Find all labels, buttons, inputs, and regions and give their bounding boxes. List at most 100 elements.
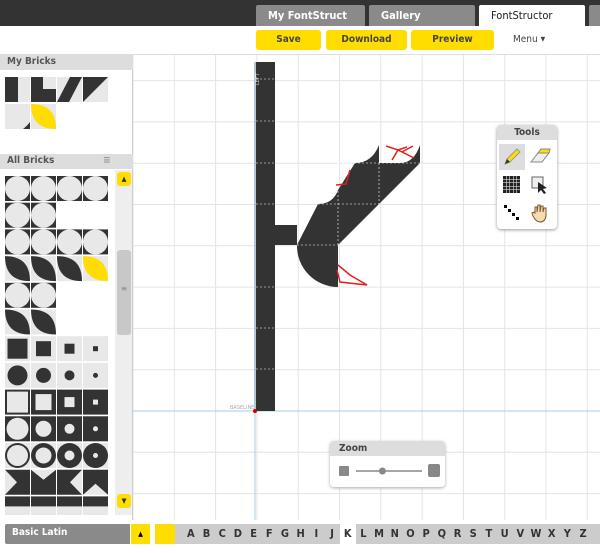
glyph-B[interactable]: B <box>199 524 215 544</box>
brick-sq2[interactable] <box>31 336 56 362</box>
brick-bar[interactable] <box>31 496 56 515</box>
brick-corner-small[interactable] <box>5 104 30 129</box>
brick-hole4[interactable] <box>83 416 108 442</box>
brick-circ[interactable] <box>5 229 30 255</box>
eraser-icon[interactable] <box>527 144 553 170</box>
brick-frame1[interactable] <box>5 389 30 415</box>
brick-ring3[interactable] <box>57 443 82 468</box>
brick-bow3[interactable] <box>57 469 82 495</box>
glyph-S[interactable]: S <box>465 524 481 544</box>
brick-bar[interactable] <box>83 496 108 515</box>
glyph-scroll-left-button[interactable] <box>155 524 175 544</box>
glyph-T[interactable]: T <box>481 524 497 544</box>
glyph-C[interactable]: C <box>214 524 230 544</box>
glyph-O[interactable]: O <box>403 524 419 544</box>
brick-leaf-yellow[interactable] <box>31 104 56 129</box>
brick-frame2[interactable] <box>31 389 56 415</box>
brick-ring4[interactable] <box>83 443 108 468</box>
brick-circ[interactable] <box>57 229 82 255</box>
zoom-title: Zoom <box>330 441 445 456</box>
glyph-I[interactable]: I <box>309 524 325 544</box>
glyph-G[interactable]: G <box>277 524 293 544</box>
zoom-out-icon[interactable] <box>339 466 349 476</box>
scroll-down-button[interactable]: ▼ <box>117 494 131 508</box>
brick-sq1[interactable] <box>5 336 30 362</box>
brick-triangle[interactable] <box>83 77 108 102</box>
glyph-N[interactable]: N <box>387 524 403 544</box>
glyph-X[interactable]: X <box>544 524 560 544</box>
brick-circ[interactable] <box>5 202 30 228</box>
brick-ring2[interactable] <box>31 443 56 468</box>
glyph-Z[interactable]: Z <box>575 524 591 544</box>
character-set-select[interactable]: Basic Latin <box>5 524 130 544</box>
brick-hole1[interactable] <box>5 416 30 442</box>
glyph-P[interactable]: P <box>418 524 434 544</box>
brick-frame3[interactable] <box>57 389 82 415</box>
glyph-W[interactable]: W <box>528 524 544 544</box>
diagonal-dots-icon[interactable] <box>499 200 525 226</box>
brick-leaf[interactable] <box>57 256 82 282</box>
hand-icon[interactable] <box>527 200 553 226</box>
brick-half-left[interactable] <box>5 77 30 102</box>
brick-bow2[interactable] <box>31 469 56 495</box>
brick-frame4[interactable] <box>83 389 108 415</box>
brick-petal[interactable] <box>5 309 30 335</box>
glyph-D[interactable]: D <box>230 524 246 544</box>
brick-circ[interactable] <box>31 229 56 255</box>
origin-marker <box>253 409 257 413</box>
brick-tiles[interactable] <box>0 55 115 515</box>
glyph-H[interactable]: H <box>293 524 309 544</box>
scroll-up-button[interactable]: ▲ <box>117 172 131 186</box>
glyph-J[interactable]: J <box>324 524 340 544</box>
brick-ring1[interactable] <box>5 443 30 468</box>
brick-dot4[interactable] <box>83 362 108 388</box>
brick-circ[interactable] <box>83 176 108 201</box>
pencil-icon[interactable] <box>499 144 525 170</box>
brick-scrollbar[interactable]: ▲ ▼ <box>115 170 132 515</box>
brick-circ[interactable] <box>31 202 56 228</box>
brick-sq3[interactable] <box>57 336 82 362</box>
brick-dot2[interactable] <box>31 362 56 388</box>
brick-bow1[interactable] <box>5 469 30 495</box>
glyph-Y[interactable]: Y <box>560 524 576 544</box>
brick-leaf-yellow[interactable] <box>83 256 108 282</box>
zoom-in-icon[interactable] <box>428 464 440 477</box>
brick-sq4[interactable] <box>83 336 108 362</box>
brick-circ[interactable] <box>57 176 82 201</box>
brick-leaf[interactable] <box>5 256 30 282</box>
grid-fill-icon[interactable] <box>499 172 525 198</box>
brick-bow4[interactable] <box>83 469 108 495</box>
brick-dot1[interactable] <box>5 362 30 388</box>
brick-l-shape[interactable] <box>31 77 56 102</box>
brick-circ[interactable] <box>5 176 30 201</box>
brick-parallelogram[interactable] <box>57 77 82 102</box>
glyph-K[interactable]: K <box>339 524 356 544</box>
brick-bar[interactable] <box>5 496 30 515</box>
glyph-V[interactable]: V <box>512 524 528 544</box>
brick-bar[interactable] <box>57 496 82 515</box>
character-set-toggle-button[interactable]: ▲ <box>131 524 150 544</box>
select-arrow-icon[interactable] <box>527 172 553 198</box>
brick-arm <box>275 225 297 245</box>
glyph-F[interactable]: F <box>261 524 277 544</box>
scroll-thumb[interactable]: ≡ <box>117 250 131 335</box>
brick-hole3[interactable] <box>57 416 82 442</box>
brick-circ[interactable] <box>31 282 56 308</box>
glyph-M[interactable]: M <box>371 524 387 544</box>
glyph-E[interactable]: E <box>246 524 262 544</box>
glyph-R[interactable]: R <box>450 524 466 544</box>
zoom-panel: Zoom <box>330 441 445 487</box>
brick-hole2[interactable] <box>31 416 56 442</box>
glyph-A[interactable]: A <box>183 524 199 544</box>
brick-leaf[interactable] <box>31 256 56 282</box>
brick-circ[interactable] <box>83 229 108 255</box>
brick-dot3[interactable] <box>57 362 82 388</box>
glyph-Q[interactable]: Q <box>434 524 450 544</box>
brick-circ[interactable] <box>5 282 30 308</box>
glyph-selector: ABCDEFGHIJKLMNOPQRSTUVWXYZ <box>155 524 600 544</box>
glyph-L[interactable]: L <box>356 524 372 544</box>
zoom-slider-thumb[interactable] <box>378 467 386 475</box>
brick-petal[interactable] <box>31 309 56 335</box>
brick-circ[interactable] <box>31 176 56 201</box>
glyph-U[interactable]: U <box>497 524 513 544</box>
